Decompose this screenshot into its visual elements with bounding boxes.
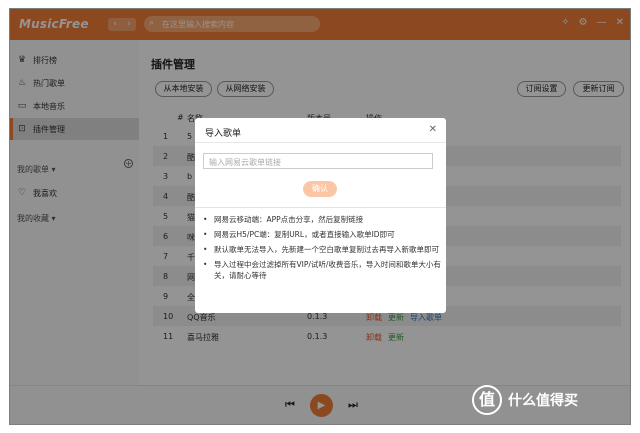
- list-item: • 网易云移动端：APP点击分享，然后复制链接: [203, 215, 364, 224]
- list-item: • 默认歌单无法导入，先新建一个空白歌单复制过去再导入新歌单即可: [203, 245, 439, 254]
- tips-list: • 网易云移动端：APP点击分享，然后复制链接 • 网易云H5/PC端：复制URL，…: [203, 214, 441, 285]
- watermark-logo: 值: [472, 385, 502, 415]
- watermark-text: 什么值得买: [508, 393, 578, 409]
- dialog-title: 导入歌单: [205, 129, 242, 139]
- divider: [195, 142, 446, 143]
- list-item: • 网易云H5/PC端：复制URL，或者直接输入歌单ID即可: [203, 230, 395, 239]
- confirm-button[interactable]: 确认: [303, 181, 337, 197]
- list-item: • 导入过程中会过滤掉所有VIP/试听/收费音乐，导入时间和歌单大小有关，请耐心等…: [203, 260, 441, 280]
- import-playlist-dialog: 导入歌单 ✕ 输入网易云歌单链接 确认 • 网易云移动端：APP点击分享，然后复制…: [195, 118, 446, 313]
- close-icon[interactable]: ✕: [429, 124, 437, 135]
- divider: [195, 207, 446, 208]
- watermark: 值 什么值得买: [472, 385, 578, 415]
- playlist-link-input[interactable]: 输入网易云歌单链接: [203, 153, 433, 169]
